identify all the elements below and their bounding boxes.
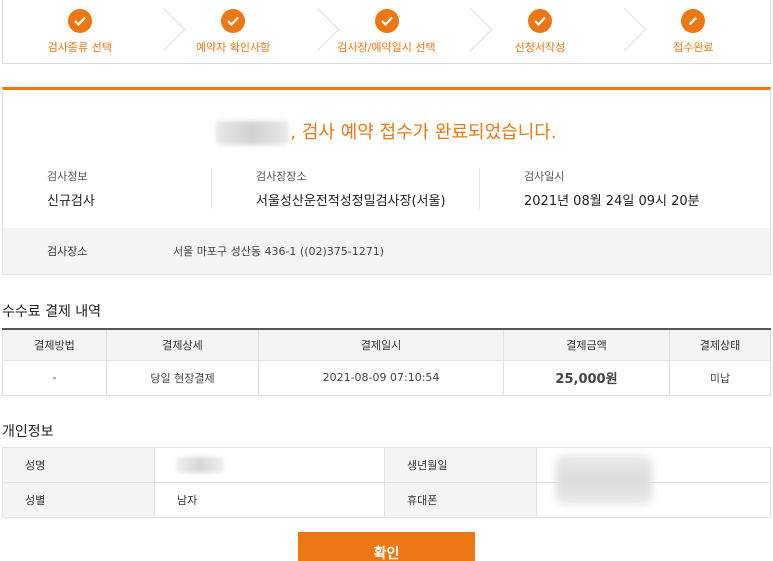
completion-panel: , 검사 예약 접수가 완료되었습니다. 검사정보 신규검사 검사장장소 서울성… (2, 87, 771, 275)
step-label: 검사장/예약일시 선택 (337, 41, 436, 54)
blurred-name (216, 121, 289, 145)
payment-table: 결제방법 결제상세 결제일시 결제금액 결제상태 - 당일 현장결제 2021-… (2, 328, 771, 396)
completion-headline: , 검사 예약 접수가 완료되었습니다. (3, 118, 770, 145)
table-header-row: 결제방법 결제상세 결제일시 결제금액 결제상태 (2, 329, 771, 361)
place-row: 검사장소 서울 마포구 성산동 436-1 ((02)375-1271) (3, 228, 770, 274)
step-reservation-check: 예약자 확인사항 (156, 0, 309, 63)
check-icon (67, 9, 92, 33)
step-select-site-date: 검사장/예약일시 선택 (310, 0, 463, 63)
headline-text: , 검사 예약 접수가 완료되었습니다. (290, 122, 557, 143)
payment-section-title: 수수료 결제 내역 (2, 304, 102, 320)
payment-status: 미납 (669, 360, 771, 396)
step-label: 접수완료 (673, 41, 714, 54)
check-icon (374, 9, 399, 33)
blurred-name (177, 457, 223, 473)
pencil-icon (681, 9, 706, 33)
reservation-info: 검사정보 신규검사 검사장장소 서울성산운전적성정밀검사장(서울) 검사일시 2… (3, 168, 770, 209)
info-site: 검사장장소 서울성산운전적성정밀검사장(서울) (211, 168, 479, 209)
payment-amount: 25,000원 (503, 360, 670, 396)
blurred-personal-data (556, 455, 652, 505)
confirm-button[interactable]: 확인 (298, 532, 475, 561)
step-label: 예약자 확인사항 (195, 41, 271, 54)
personal-section-title: 개인정보 (2, 424, 54, 440)
check-icon (221, 9, 246, 33)
step-complete: 접수완료 (617, 0, 770, 63)
progress-stepper: 검사종류 선택 예약자 확인사항 검사장/예약일시 선택 신청서작성 접수완료 (2, 0, 771, 64)
info-datetime: 검사일시 2021년 08월 24일 09시 20분 (479, 168, 770, 209)
info-type: 검사정보 신규검사 (47, 170, 95, 209)
personal-info-table: 성명 생년월일 성별 남자 휴대폰 (2, 447, 771, 518)
table-row: 성별 남자 휴대폰 (2, 482, 771, 518)
step-select-type: 검사종류 선택 (3, 0, 156, 63)
table-row: 성명 생년월일 (2, 447, 771, 483)
table-row: - 당일 현장결제 2021-08-09 07:10:54 25,000원 미납 (2, 360, 771, 396)
step-label: 검사종류 선택 (47, 41, 112, 54)
check-icon (527, 9, 552, 33)
step-label: 신청서작성 (514, 41, 566, 54)
step-application-form: 신청서작성 (463, 0, 616, 63)
